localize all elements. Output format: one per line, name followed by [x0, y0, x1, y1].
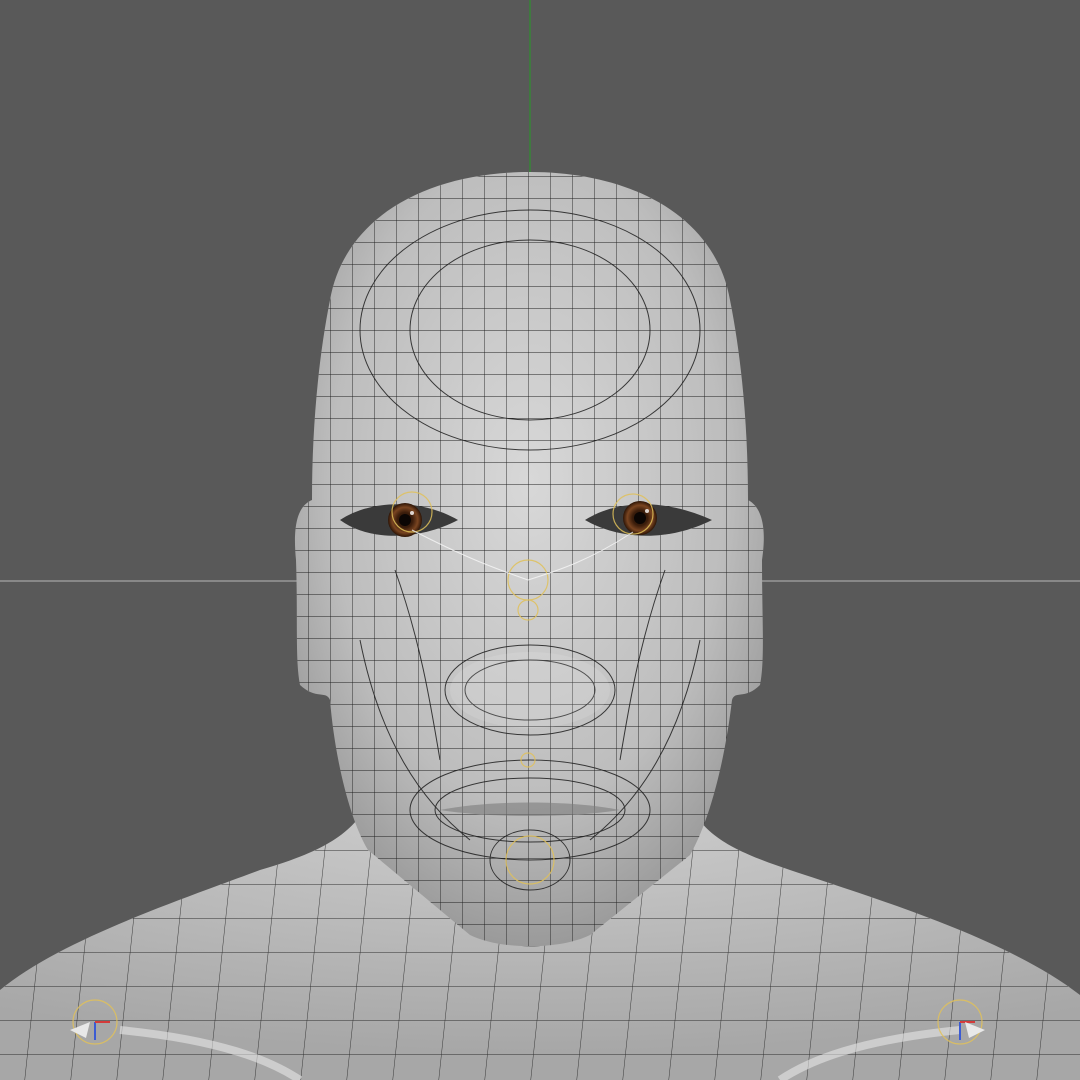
3d-viewport[interactable] [0, 0, 1080, 1080]
